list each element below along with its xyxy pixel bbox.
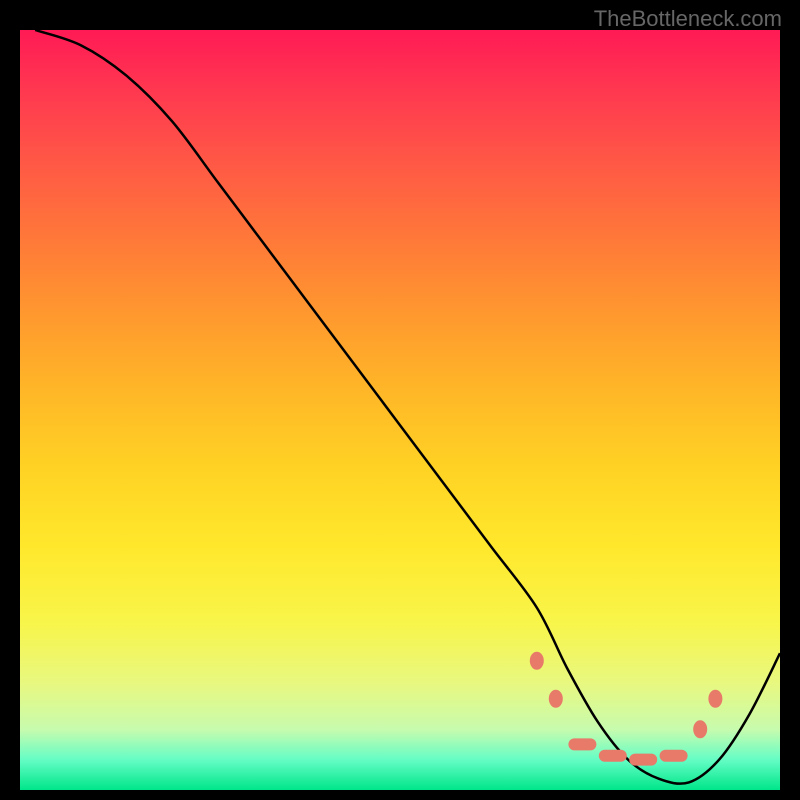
marker-pill [660, 750, 688, 762]
markers-group [530, 652, 723, 766]
curve-svg [20, 30, 780, 790]
marker-dot [549, 690, 563, 708]
marker-pill [568, 738, 596, 750]
marker-dot [708, 690, 722, 708]
marker-dot [693, 720, 707, 738]
marker-pill [599, 750, 627, 762]
bottleneck-curve [35, 30, 780, 784]
watermark-text: TheBottleneck.com [594, 6, 782, 32]
marker-pill [629, 754, 657, 766]
marker-dot [530, 652, 544, 670]
chart-container [20, 30, 780, 790]
